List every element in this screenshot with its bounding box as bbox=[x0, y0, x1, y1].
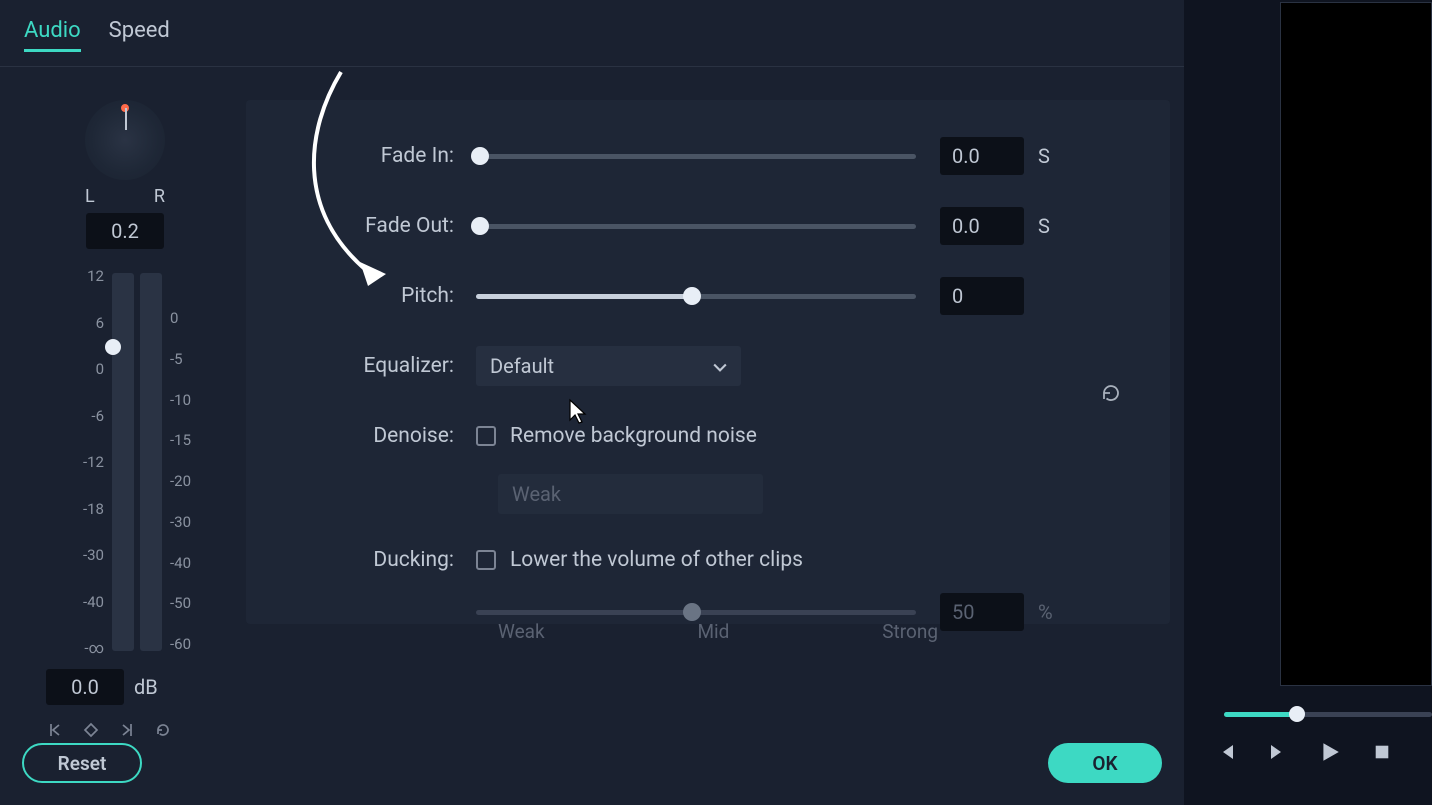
meter-scale-left: 12 6 0 -6 -12 -18 -30 -40 -∞ bbox=[74, 267, 104, 657]
ok-button[interactable]: OK bbox=[1048, 743, 1162, 783]
balance-knob[interactable] bbox=[85, 100, 165, 180]
ducking-slider[interactable] bbox=[476, 602, 916, 622]
fade-in-label: Fade In: bbox=[246, 144, 476, 168]
ducking-tick-labels: Weak Mid Strong bbox=[498, 620, 938, 643]
meter-scale-right: 0 -5 -10 -15 -20 -30 -40 -50 -60 bbox=[170, 267, 191, 657]
play-icon[interactable] bbox=[1318, 740, 1342, 764]
fade-out-label: Fade Out: bbox=[246, 214, 476, 238]
ducking-checkbox-label: Lower the volume of other clips bbox=[510, 548, 803, 572]
balance-value[interactable]: 0.2 bbox=[86, 213, 164, 249]
fade-in-unit: S bbox=[1038, 144, 1050, 168]
pitch-value[interactable]: 0 bbox=[940, 277, 1024, 315]
fade-out-value[interactable]: 0.0 bbox=[940, 207, 1024, 245]
equalizer-value: Default bbox=[490, 354, 554, 378]
preview-canvas bbox=[1280, 2, 1432, 686]
volume-meter: 12 6 0 -6 -12 -18 -30 -40 -∞ 0 -5 -10 -1… bbox=[40, 267, 210, 657]
meter-track-left bbox=[112, 273, 134, 651]
db-unit: dB bbox=[134, 675, 158, 699]
meter-track-right bbox=[140, 273, 162, 651]
volume-slider-thumb[interactable] bbox=[105, 339, 121, 355]
pitch-slider[interactable] bbox=[476, 286, 916, 306]
fade-in-value[interactable]: 0.0 bbox=[940, 137, 1024, 175]
fade-in-slider[interactable] bbox=[476, 146, 916, 166]
equalizer-select[interactable]: Default bbox=[476, 346, 741, 386]
pitch-label: Pitch: bbox=[246, 284, 476, 308]
ducking-unit: % bbox=[1038, 600, 1053, 624]
denoise-checkbox[interactable] bbox=[476, 426, 496, 446]
preview-area bbox=[1184, 0, 1432, 805]
db-value[interactable]: 0.0 bbox=[46, 669, 124, 705]
ducking-value[interactable]: 50 bbox=[940, 593, 1024, 631]
fade-out-slider[interactable] bbox=[476, 216, 916, 236]
denoise-label: Denoise: bbox=[246, 424, 476, 448]
fade-out-unit: S bbox=[1038, 214, 1050, 238]
step-forward-icon[interactable] bbox=[1266, 740, 1290, 764]
stop-icon[interactable] bbox=[1370, 740, 1394, 764]
playback-progress[interactable] bbox=[1224, 706, 1432, 722]
audio-controls-panel: Fade In: 0.0 S Fade Out: 0.0 S Pitch: bbox=[246, 100, 1170, 624]
denoise-level-select[interactable]: Weak bbox=[498, 474, 763, 514]
balance-lr-labels: L R bbox=[85, 186, 165, 207]
tab-speed[interactable]: Speed bbox=[109, 18, 170, 52]
ducking-checkbox[interactable] bbox=[476, 550, 496, 570]
tab-audio[interactable]: Audio bbox=[24, 18, 81, 52]
ducking-label: Ducking: bbox=[246, 548, 476, 572]
reset-button[interactable]: Reset bbox=[22, 743, 142, 783]
chevron-down-icon bbox=[713, 354, 727, 378]
denoise-checkbox-label: Remove background noise bbox=[510, 424, 757, 448]
tab-bar: Audio Speed bbox=[0, 0, 1184, 67]
step-back-icon[interactable] bbox=[1214, 740, 1238, 764]
balance-l-label: L bbox=[85, 186, 95, 207]
balance-r-label: R bbox=[154, 186, 165, 207]
reset-section-icon[interactable] bbox=[1100, 382, 1122, 404]
equalizer-label: Equalizer: bbox=[246, 354, 476, 378]
